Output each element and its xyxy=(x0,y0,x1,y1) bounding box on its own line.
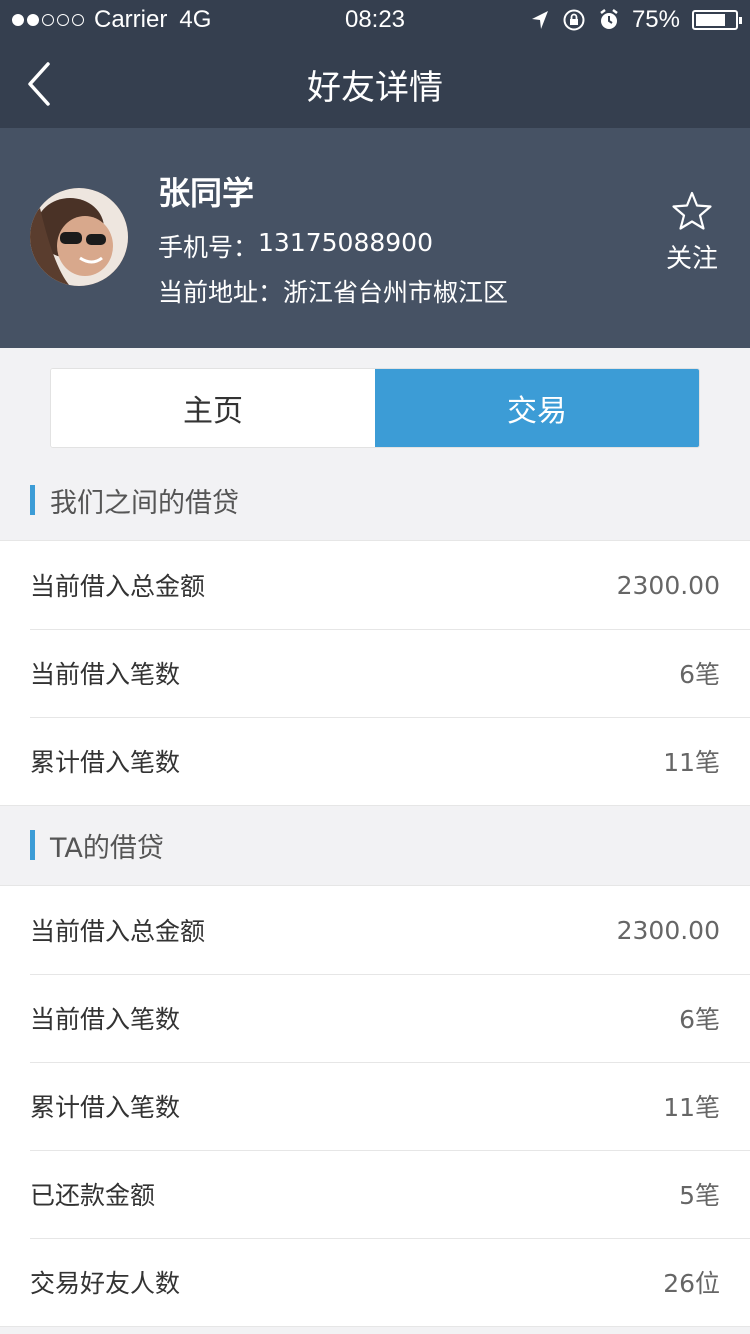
section-accent-bar xyxy=(30,485,35,515)
avatar-image xyxy=(30,188,128,286)
follow-label: 关注 xyxy=(665,244,718,274)
status-right: 75% xyxy=(530,6,742,34)
list-item[interactable]: 当前借入笔数 6笔 xyxy=(0,629,750,717)
section-title: TA的借贷 xyxy=(50,832,164,864)
row-label: 当前借入总金额 xyxy=(30,917,206,946)
row-label: 已还款金额 xyxy=(30,1181,156,1210)
location-arrow-icon xyxy=(531,11,548,29)
list-item[interactable]: 累计借入笔数 11笔 xyxy=(0,717,750,805)
profile-phone: 手机号： 13175088900 xyxy=(158,228,433,264)
row-label: 当前借入总金额 xyxy=(30,572,206,601)
row-value: 26位 xyxy=(663,1269,720,1298)
phone-number: 13175088900 xyxy=(258,228,433,257)
row-value: 2300.00 xyxy=(616,570,720,600)
list-item[interactable]: 当前借入笔数 6笔 xyxy=(0,974,750,1062)
tab-transactions[interactable]: 交易 xyxy=(375,369,699,447)
row-value: 11笔 xyxy=(663,748,720,777)
row-label: 当前借入笔数 xyxy=(30,1005,181,1034)
avatar[interactable] xyxy=(30,188,128,286)
tab-home[interactable]: 主页 xyxy=(51,369,375,447)
phone-label: 手机号： xyxy=(158,233,259,262)
orientation-lock-icon xyxy=(563,9,585,31)
list-between-us: 当前借入总金额 2300.00 当前借入笔数 6笔 累计借入笔数 11笔 xyxy=(0,540,750,806)
list-their-loans: 当前借入总金额 2300.00 当前借入笔数 6笔 累计借入笔数 11笔 已还款… xyxy=(0,885,750,1327)
list-item[interactable]: 当前借入总金额 2300.00 xyxy=(0,886,750,974)
star-outline-icon xyxy=(672,191,712,230)
navigation-bar: 好友详情 xyxy=(0,40,750,128)
follow-button[interactable]: 关注 xyxy=(662,190,722,275)
row-value: 11笔 xyxy=(663,1093,720,1122)
row-label: 累计借入笔数 xyxy=(30,748,181,777)
alarm-clock-icon xyxy=(600,9,618,29)
tab-switcher: 主页 交易 xyxy=(50,368,700,448)
address-value: 浙江省台州市椒江区 xyxy=(283,278,509,307)
profile-header: 张同学 手机号： 13175088900 当前地址： 浙江省台州市椒江区 关注 xyxy=(0,128,750,348)
row-value: 2300.00 xyxy=(616,915,720,945)
battery-icon xyxy=(692,10,742,30)
list-item[interactable]: 交易好友人数 26位 xyxy=(0,1238,750,1326)
list-item[interactable]: 已还款金额 5笔 xyxy=(0,1150,750,1238)
battery-percentage: 75% xyxy=(631,6,680,33)
row-label: 交易好友人数 xyxy=(30,1269,181,1298)
status-bar: Carrier 4G 08:23 75% xyxy=(0,0,750,40)
section-header-their-loans: TA的借贷 xyxy=(0,805,750,885)
row-value: 5笔 xyxy=(679,1181,720,1210)
list-item[interactable]: 当前借入总金额 2300.00 xyxy=(0,541,750,629)
profile-address: 当前地址： 浙江省台州市椒江区 xyxy=(158,273,508,309)
row-label: 累计借入笔数 xyxy=(30,1093,181,1122)
row-label: 当前借入笔数 xyxy=(30,660,181,689)
address-label: 当前地址： xyxy=(158,278,284,307)
section-header-between-us: 我们之间的借贷 xyxy=(0,460,750,540)
row-value: 6笔 xyxy=(679,1005,720,1034)
section-title: 我们之间的借贷 xyxy=(50,487,239,519)
section-accent-bar xyxy=(30,830,35,860)
page-title: 好友详情 xyxy=(307,68,443,108)
profile-name: 张同学 xyxy=(158,174,255,212)
list-item[interactable]: 累计借入笔数 11笔 xyxy=(0,1062,750,1150)
row-value: 6笔 xyxy=(679,660,720,689)
